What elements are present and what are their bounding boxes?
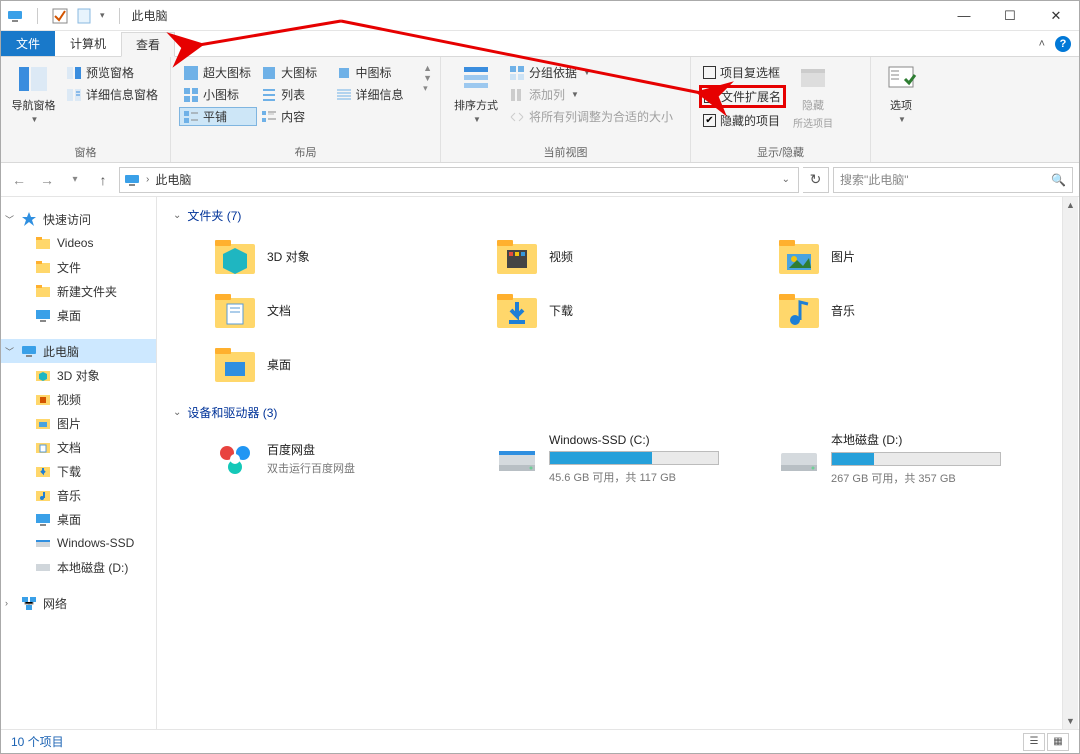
ribbon-group-panes-label: 窗格 bbox=[9, 142, 162, 160]
folder-tile-music[interactable]: 音乐 bbox=[777, 288, 1049, 332]
folder-tile-videos[interactable]: 视频 bbox=[495, 234, 767, 278]
tree-this-pc[interactable]: ﹀ 此电脑 bbox=[1, 339, 156, 363]
layout-extra-large-icons[interactable]: 超大图标 bbox=[179, 63, 257, 82]
drive-tile-c[interactable]: Windows-SSD (C:) 45.6 GB 可用，共 117 GB bbox=[495, 431, 767, 486]
tree-pc-downloads[interactable]: 下载 bbox=[1, 459, 156, 483]
tree-qa-desktop[interactable]: 桌面 bbox=[1, 303, 156, 327]
folder-tile-downloads[interactable]: 下载 bbox=[495, 288, 767, 332]
tree-network[interactable]: › 网络 bbox=[1, 591, 156, 615]
layout-details[interactable]: 详细信息 bbox=[332, 85, 422, 104]
layout-content[interactable]: 内容 bbox=[257, 107, 331, 126]
tree-pc-ssd[interactable]: Windows-SSD bbox=[1, 531, 156, 555]
tree-qa-videos[interactable]: Videos bbox=[1, 231, 156, 255]
pc-icon bbox=[7, 8, 23, 24]
navigation-tree[interactable]: ﹀ 快速访问 Videos 文件 新建文件夹 桌面 ﹀ 此电脑 3D 对象 视频… bbox=[1, 197, 157, 731]
nav-recent-button[interactable]: ▾ bbox=[63, 168, 87, 192]
item-checkboxes-toggle[interactable]: 项目复选框 bbox=[699, 63, 786, 82]
tab-file[interactable]: 文件 bbox=[1, 31, 55, 56]
group-by-button[interactable]: 分组依据▼ bbox=[505, 63, 677, 82]
nav-back-button[interactable]: ← bbox=[7, 168, 31, 192]
breadcrumb[interactable]: 此电脑 bbox=[155, 171, 191, 188]
folder-tile-3dobjects[interactable]: 3D 对象 bbox=[213, 234, 485, 278]
section-folders-header[interactable]: ⌄文件夹 (7) bbox=[173, 207, 1063, 224]
layout-list[interactable]: 列表 bbox=[257, 85, 331, 104]
minimize-button[interactable]: — bbox=[941, 1, 987, 31]
address-input[interactable]: › 此电脑 ⌄ bbox=[119, 167, 799, 193]
sort-by-button[interactable]: 排序方式▼ bbox=[449, 61, 503, 126]
tree-quick-access[interactable]: ﹀ 快速访问 bbox=[1, 207, 156, 231]
folder-tile-desktop[interactable]: 桌面 bbox=[213, 342, 485, 386]
title-bar: ▾ 此电脑 — ☐ ✕ bbox=[1, 1, 1079, 31]
section-drives-header[interactable]: ⌄设备和驱动器 (3) bbox=[173, 404, 1063, 421]
vertical-scrollbar[interactable]: ▲ ▼ bbox=[1062, 197, 1078, 729]
tree-pc-documents[interactable]: 文档 bbox=[1, 435, 156, 459]
close-button[interactable]: ✕ bbox=[1033, 1, 1079, 31]
refresh-button[interactable]: ↻ bbox=[803, 167, 829, 193]
ribbon-group-layout-label: 布局 bbox=[179, 142, 432, 160]
search-icon[interactable]: 🔍 bbox=[1051, 173, 1066, 187]
tree-pc-3dobjects[interactable]: 3D 对象 bbox=[1, 363, 156, 387]
drive-usage-bar-c bbox=[549, 451, 719, 465]
ribbon-tabs: 文件 计算机 查看 ˄ ? bbox=[1, 31, 1079, 57]
tab-view[interactable]: 查看 bbox=[121, 32, 175, 57]
tree-qa-files[interactable]: 文件 bbox=[1, 255, 156, 279]
tree-pc-d[interactable]: 本地磁盘 (D:) bbox=[1, 555, 156, 579]
collapse-ribbon-icon[interactable]: ˄ bbox=[1039, 38, 1045, 50]
ribbon-group-showhide-label: 显示/隐藏 bbox=[699, 142, 862, 160]
maximize-button[interactable]: ☐ bbox=[987, 1, 1033, 31]
tree-pc-videos[interactable]: 视频 bbox=[1, 387, 156, 411]
fit-columns-button: 将所有列调整为合适的大小 bbox=[505, 107, 677, 126]
details-pane-button[interactable]: 详细信息窗格 bbox=[62, 85, 162, 104]
checkbox-qatool-icon[interactable] bbox=[52, 8, 68, 24]
address-dropdown-icon[interactable]: ⌄ bbox=[778, 174, 794, 185]
ribbon-group-currentview-label: 当前视图 bbox=[449, 142, 682, 160]
drive-tile-d[interactable]: 本地磁盘 (D:) 267 GB 可用，共 357 GB bbox=[777, 431, 1049, 486]
address-bar: ← → ▾ ↑ › 此电脑 ⌄ ↻ 搜索"此电脑" 🔍 bbox=[1, 163, 1079, 197]
nav-pane-button[interactable]: 导航窗格 ▼ bbox=[9, 61, 58, 126]
tree-pc-desktop[interactable]: 桌面 bbox=[1, 507, 156, 531]
nav-forward-button[interactable]: → bbox=[35, 168, 59, 192]
status-bar: 10 个项目 ☰ ▦ bbox=[1, 729, 1079, 753]
layout-medium-icons[interactable]: 中图标 bbox=[332, 63, 422, 82]
properties-qatool-icon[interactable] bbox=[76, 8, 92, 24]
nav-pane-label: 导航窗格 bbox=[11, 97, 55, 113]
tree-pc-music[interactable]: 音乐 bbox=[1, 483, 156, 507]
ribbon-view: 导航窗格 ▼ 预览窗格 详细信息窗格 窗格 超大图标 小图标 平铺 大图标 列表… bbox=[1, 57, 1079, 163]
tree-pc-pictures[interactable]: 图片 bbox=[1, 411, 156, 435]
status-text: 10 个项目 bbox=[11, 733, 64, 750]
layout-large-icons[interactable]: 大图标 bbox=[257, 63, 331, 82]
search-input[interactable]: 搜索"此电脑" 🔍 bbox=[833, 167, 1073, 193]
status-view-icons[interactable]: ▦ bbox=[1047, 733, 1069, 751]
content-area[interactable]: ⌄文件夹 (7) 3D 对象 视频 图片 文档 下载 bbox=[157, 197, 1079, 731]
window-title: 此电脑 bbox=[132, 7, 168, 24]
preview-pane-button[interactable]: 预览窗格 bbox=[62, 63, 162, 82]
layout-tiles[interactable]: 平铺 bbox=[179, 107, 257, 126]
pc-icon bbox=[124, 172, 140, 188]
drive-tile-baidu[interactable]: 百度网盘双击运行百度网盘 bbox=[213, 431, 485, 486]
layout-small-icons[interactable]: 小图标 bbox=[179, 85, 257, 104]
folder-tile-pictures[interactable]: 图片 bbox=[777, 234, 1049, 278]
drive-usage-bar-d bbox=[831, 452, 1001, 466]
hidden-items-toggle[interactable]: 隐藏的项目 bbox=[699, 111, 786, 130]
nav-up-button[interactable]: ↑ bbox=[91, 168, 115, 192]
options-button[interactable]: 选项▼ bbox=[879, 61, 923, 126]
tree-qa-newfolder[interactable]: 新建文件夹 bbox=[1, 279, 156, 303]
hide-selected-button[interactable]: 隐藏 所选项目 bbox=[786, 61, 840, 132]
help-icon[interactable]: ? bbox=[1055, 36, 1071, 52]
add-columns-button: 添加列▼ bbox=[505, 85, 677, 104]
search-placeholder: 搜索"此电脑" bbox=[840, 171, 1051, 188]
tab-computer[interactable]: 计算机 bbox=[55, 31, 121, 56]
folder-tile-documents[interactable]: 文档 bbox=[213, 288, 485, 332]
file-extensions-toggle[interactable]: 文件扩展名 bbox=[699, 85, 786, 108]
status-view-details[interactable]: ☰ bbox=[1023, 733, 1045, 751]
